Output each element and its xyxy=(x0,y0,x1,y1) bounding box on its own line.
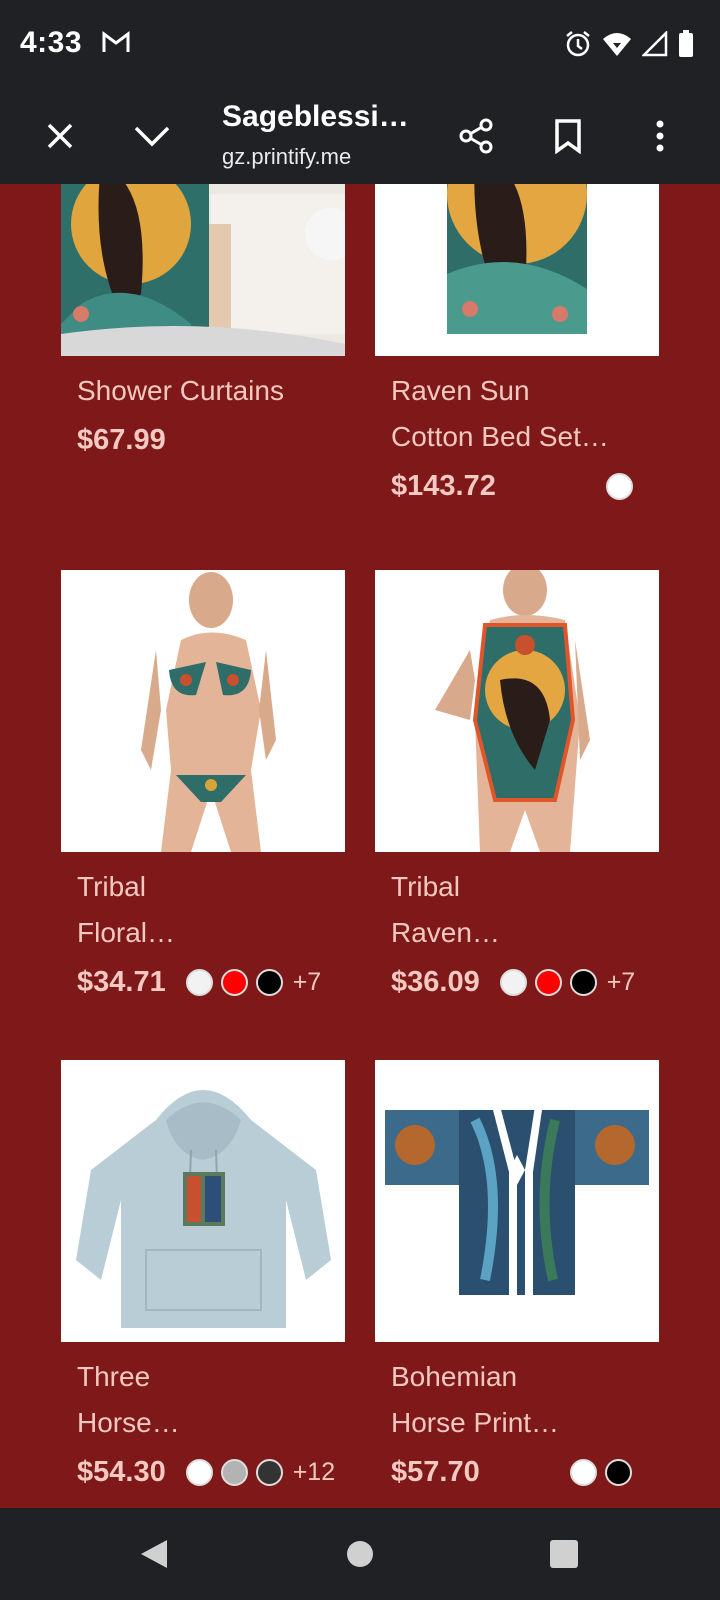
product-image[interactable] xyxy=(61,184,345,356)
status-icons xyxy=(564,29,694,63)
more-options-icon[interactable] xyxy=(636,112,684,160)
product-price: $54.30 xyxy=(77,1455,166,1488)
more-colors-count[interactable]: +7 xyxy=(293,968,322,997)
price-row: $57.70 xyxy=(375,1446,659,1498)
wifi-icon xyxy=(602,31,632,62)
more-colors-count[interactable]: +12 xyxy=(293,1458,335,1487)
alarm-icon xyxy=(564,30,592,63)
status-bar: 4:33 xyxy=(0,0,720,88)
product-name[interactable]: Shower Curtains xyxy=(61,368,345,414)
product-price: $57.70 xyxy=(391,1455,480,1488)
home-icon[interactable] xyxy=(340,1534,380,1574)
signal-icon xyxy=(640,29,668,62)
product-name[interactable]: Raven Sun Cotton Bed Set… xyxy=(375,368,659,460)
product-card[interactable]: Tribal Floral… $34.71 +7 xyxy=(61,570,345,1008)
battery-icon xyxy=(678,30,694,63)
color-swatch[interactable] xyxy=(185,968,213,996)
system-navigation-bar xyxy=(0,1508,720,1600)
price-row: $67.99 xyxy=(61,414,345,466)
status-time: 4:33 xyxy=(20,26,83,59)
recents-icon[interactable] xyxy=(544,1534,584,1574)
chevron-down-icon[interactable] xyxy=(128,112,176,160)
product-image[interactable] xyxy=(61,570,345,852)
product-card[interactable]: Three Horse… $54.30 +12 xyxy=(61,1060,345,1498)
product-name[interactable]: Tribal Floral… xyxy=(61,864,345,956)
color-swatches xyxy=(605,472,633,500)
close-icon[interactable] xyxy=(36,112,84,160)
color-swatch[interactable] xyxy=(220,968,248,996)
product-image[interactable] xyxy=(375,570,659,852)
color-swatch[interactable] xyxy=(255,968,283,996)
product-price: $36.09 xyxy=(391,965,480,998)
color-swatch[interactable] xyxy=(569,1458,597,1486)
color-swatch[interactable] xyxy=(569,968,597,996)
product-name[interactable]: Three Horse… xyxy=(61,1354,345,1446)
page-url: gz.printify.me xyxy=(222,144,352,169)
product-image[interactable] xyxy=(375,184,659,356)
color-swatch[interactable] xyxy=(220,1458,248,1486)
color-swatch[interactable] xyxy=(604,1458,632,1486)
product-price: $67.99 xyxy=(77,423,166,456)
product-name[interactable]: Tribal Raven… xyxy=(375,864,659,956)
more-colors-count[interactable]: +7 xyxy=(607,968,636,997)
product-grid: Shower Curtains $67.99 Raven Sun Cotton … xyxy=(0,184,720,1508)
color-swatches: +7 xyxy=(499,968,636,997)
color-swatches: +12 xyxy=(185,1458,335,1487)
product-card[interactable]: Shower Curtains $67.99 xyxy=(61,184,345,466)
product-name[interactable]: Bohemian Horse Print… xyxy=(375,1354,659,1446)
price-row: $143.72 xyxy=(375,460,659,512)
gmail-icon xyxy=(102,30,130,59)
product-image[interactable] xyxy=(375,1060,659,1342)
color-swatch[interactable] xyxy=(255,1458,283,1486)
price-row: $34.71 +7 xyxy=(61,956,345,1008)
custom-tab-toolbar: Sageblessi… gz.printify.me xyxy=(0,88,720,184)
color-swatch[interactable] xyxy=(534,968,562,996)
product-price: $143.72 xyxy=(391,469,496,502)
back-icon[interactable] xyxy=(134,1534,174,1574)
price-row: $36.09 +7 xyxy=(375,956,659,1008)
color-swatches: +7 xyxy=(185,968,322,997)
product-price: $34.71 xyxy=(77,965,166,998)
bookmark-icon[interactable] xyxy=(544,112,592,160)
price-row: $54.30 +12 xyxy=(61,1446,345,1498)
color-swatches xyxy=(569,1458,632,1486)
product-image[interactable] xyxy=(61,1060,345,1342)
color-swatch[interactable] xyxy=(185,1458,213,1486)
share-icon[interactable] xyxy=(452,112,500,160)
product-card[interactable]: Tribal Raven… $36.09 +7 xyxy=(375,570,659,1008)
product-card[interactable]: Raven Sun Cotton Bed Set… $143.72 xyxy=(375,184,659,512)
page-title: Sageblessi… xyxy=(222,100,409,133)
color-swatch[interactable] xyxy=(605,472,633,500)
product-card[interactable]: Bohemian Horse Print… $57.70 xyxy=(375,1060,659,1498)
color-swatch[interactable] xyxy=(499,968,527,996)
